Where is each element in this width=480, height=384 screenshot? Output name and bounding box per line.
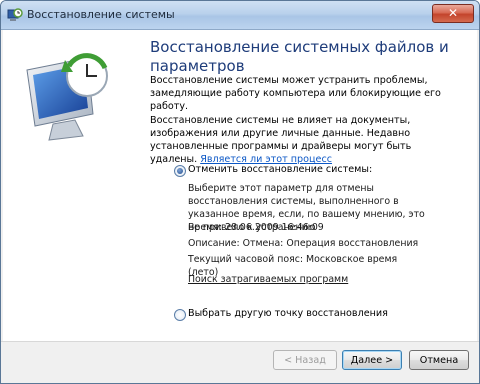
footer-divider — [1, 341, 479, 342]
next-button[interactable]: Далее > — [342, 350, 402, 370]
undo-restore-label[interactable]: Отменить восстановление системы: — [188, 164, 372, 175]
title-bar[interactable]: Восстановление системы ✕ — [1, 1, 479, 30]
restore-description: Описание: Отмена: Операция восстановлени… — [188, 238, 419, 249]
window-title: Восстановление системы — [27, 8, 175, 21]
page-title: Восстановление системных файлов и параме… — [150, 38, 449, 75]
restore-time: Время: 28.06.2009 16:46:09 — [188, 222, 324, 233]
system-restore-icon — [7, 8, 23, 21]
system-restore-window: Восстановление системы ✕ Восстановление … — [0, 0, 480, 384]
wizard-content: Восстановление системных файлов и параме… — [3, 30, 477, 341]
choose-other-point-label[interactable]: Выбрать другую точку восстановления — [188, 308, 388, 319]
system-restore-illustration — [26, 53, 108, 141]
close-icon: ✕ — [447, 6, 459, 20]
intro-text: Восстановление системы может устранить п… — [150, 75, 441, 112]
choose-other-point-radio[interactable] — [174, 309, 186, 321]
scan-affected-programs-link[interactable]: Поиск затрагиваемых программ — [188, 273, 428, 286]
cancel-button[interactable]: Отмена — [409, 350, 469, 370]
info-text-block: Восстановление системы не влияет на доку… — [150, 114, 450, 166]
back-button[interactable]: < Назад — [273, 350, 337, 370]
undo-restore-radio[interactable] — [174, 165, 186, 177]
close-button[interactable]: ✕ — [432, 4, 474, 23]
